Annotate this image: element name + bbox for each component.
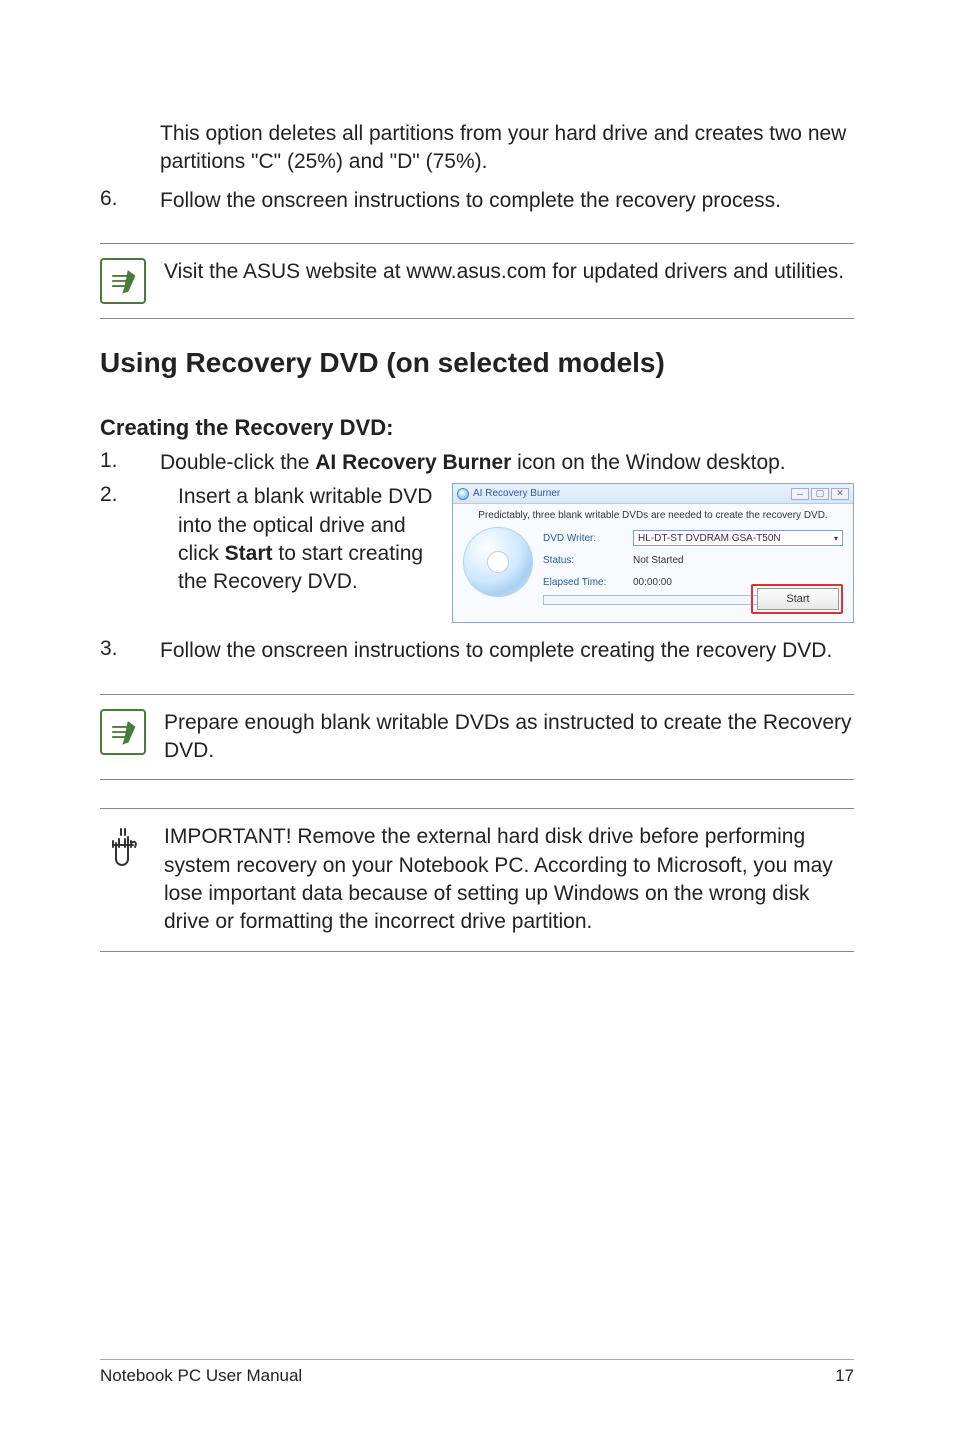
step-text: Insert a blank writable DVD into the opt… — [178, 483, 434, 623]
step-text: Follow the onscreen instructions to comp… — [160, 187, 854, 215]
note-text: Visit the ASUS website at www.asus.com f… — [164, 258, 844, 286]
note-text: Prepare enough blank writable DVDs as in… — [164, 709, 854, 766]
window-message: Predictably, three blank writable DVDs a… — [463, 510, 843, 521]
step-3: 3. Follow the onscreen instructions to c… — [100, 637, 854, 665]
status-value: Not Started — [633, 555, 684, 566]
step-1: 1. Double-click the AI Recovery Burner i… — [100, 449, 854, 477]
maximize-button[interactable]: ▢ — [811, 488, 829, 500]
footer-title: Notebook PC User Manual — [100, 1366, 302, 1386]
disc-icon — [457, 488, 469, 500]
text-pre: Double-click the — [160, 451, 315, 474]
text-post: icon on the Window desktop. — [511, 451, 785, 474]
window-titlebar: AI Recovery Burner ─ ▢ ✕ — [453, 484, 853, 504]
important-icon — [100, 823, 146, 879]
step-6: 6. Follow the onscreen instructions to c… — [100, 187, 854, 215]
important-block: IMPORTANT! Remove the external hard disk… — [100, 808, 854, 951]
elapsed-label: Elapsed Time: — [543, 577, 633, 588]
minimize-button[interactable]: ─ — [791, 488, 809, 500]
close-button[interactable]: ✕ — [831, 488, 849, 500]
footer-page-number: 17 — [835, 1366, 854, 1386]
ai-recovery-burner-window: AI Recovery Burner ─ ▢ ✕ Predictably, th… — [452, 483, 854, 623]
chevron-down-icon: ▾ — [834, 534, 838, 543]
important-text: IMPORTANT! Remove the external hard disk… — [164, 823, 854, 936]
disc-image — [463, 527, 533, 597]
window-title: AI Recovery Burner — [473, 488, 560, 499]
writer-select[interactable]: HL-DT-ST DVDRAM GSA-T50N ▾ — [633, 530, 843, 546]
section-heading: Using Recovery DVD (on selected models) — [100, 347, 854, 379]
step-text: Double-click the AI Recovery Burner icon… — [160, 449, 854, 477]
text-bold: AI Recovery Burner — [315, 451, 511, 474]
note-icon — [100, 258, 146, 304]
status-label: Status: — [543, 555, 633, 566]
writer-label: DVD Writer: — [543, 533, 633, 544]
step-number: 6. — [100, 187, 160, 215]
note-prepare-dvds: Prepare enough blank writable DVDs as in… — [100, 694, 854, 781]
note-website: Visit the ASUS website at www.asus.com f… — [100, 243, 854, 319]
start-button[interactable]: Start — [757, 588, 839, 610]
elapsed-value: 00:00:00 — [633, 577, 672, 588]
progress-bar — [543, 595, 793, 605]
step-2: 2. Insert a blank writable DVD into the … — [100, 483, 854, 623]
step-number: 2. — [100, 483, 160, 623]
step-text: Follow the onscreen instructions to comp… — [160, 637, 854, 665]
page-footer: Notebook PC User Manual 17 — [100, 1359, 854, 1386]
text-bold: Start — [225, 542, 273, 565]
option-description: This option deletes all partitions from … — [160, 120, 854, 177]
writer-value: HL-DT-ST DVDRAM GSA-T50N — [638, 533, 781, 544]
step-number: 1. — [100, 449, 160, 477]
note-icon — [100, 709, 146, 755]
step-number: 3. — [100, 637, 160, 665]
subheading: Creating the Recovery DVD: — [100, 415, 854, 441]
